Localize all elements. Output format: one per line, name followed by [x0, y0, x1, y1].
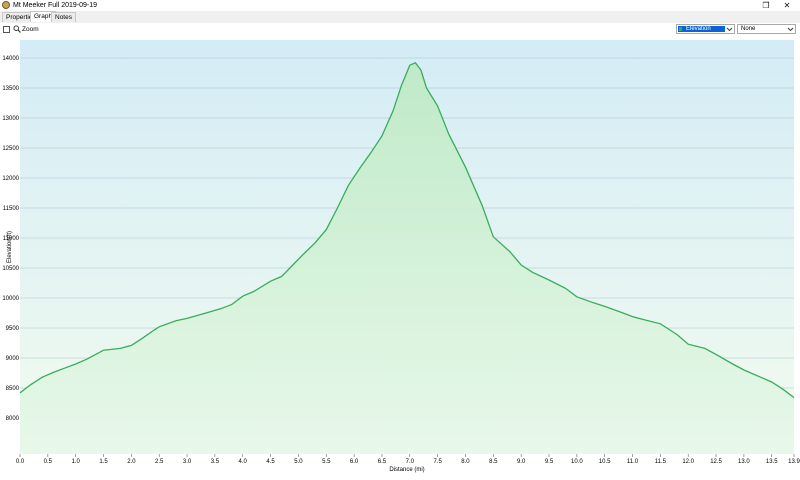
x-tick-label: 2.0 [127, 459, 136, 465]
series-select[interactable]: Elevation [676, 24, 735, 34]
x-tick-label: 1.0 [72, 459, 81, 465]
x-tick-label: 3.0 [183, 459, 192, 465]
x-tick-label: 0.5 [44, 459, 53, 465]
x-tick-label: 10.0 [571, 459, 583, 465]
y-axis-label: Elevation(ft) [7, 231, 13, 263]
x-axis-label: Distance (mi) [389, 467, 424, 473]
y-tick-label: 8000 [6, 416, 20, 422]
chevron-down-icon [786, 25, 795, 33]
elevation-chart[interactable]: 8000850090009500100001050011000115001200… [0, 36, 800, 480]
x-tick-label: 3.5 [211, 459, 220, 465]
x-tick-label: 13.9 [788, 459, 800, 465]
zoom-checkbox[interactable] [3, 26, 10, 33]
x-tick-label: 4.0 [239, 459, 248, 465]
y-tick-label: 9000 [6, 356, 20, 362]
chevron-down-icon [725, 25, 734, 33]
x-tick-label: 11.0 [627, 459, 639, 465]
x-tick-label: 1.5 [99, 459, 108, 465]
x-tick-label: 13.0 [738, 459, 750, 465]
y-tick-label: 10000 [2, 296, 19, 302]
tab-notes[interactable]: Notes [51, 12, 76, 22]
secondary-select-value: None [741, 26, 756, 32]
x-tick-label: 0.0 [16, 459, 25, 465]
x-tick-label: 5.0 [294, 459, 303, 465]
y-tick-label: 11500 [3, 206, 20, 212]
x-tick-label: 2.5 [155, 459, 164, 465]
app-icon [2, 1, 10, 9]
y-tick-label: 14000 [2, 56, 19, 62]
x-tick-label: 11.5 [655, 459, 667, 465]
y-tick-label: 12000 [2, 176, 19, 182]
x-tick-label: 8.0 [461, 459, 470, 465]
series-color-swatch [679, 27, 682, 31]
x-tick-label: 7.0 [406, 459, 415, 465]
title-bar: Mt Meeker Full 2019-09-19 ❐ ✕ [0, 0, 800, 11]
x-tick-label: 7.5 [433, 459, 442, 465]
x-tick-label: 5.5 [322, 459, 331, 465]
x-axis-ticks: 0.0 0.5 1.0 1.5 2.0 2.5 3.0 3.5 4.0 4.5 5.0 5.5 6.0 6… [16, 454, 800, 465]
y-tick-label: 13000 [2, 116, 19, 122]
x-tick-label: 10.5 [599, 459, 611, 465]
x-tick-label: 9.0 [517, 459, 526, 465]
magnifier-icon [13, 25, 21, 33]
x-tick-label: 12.0 [682, 459, 694, 465]
window-title: Mt Meeker Full 2019-09-19 [13, 2, 98, 9]
x-tick-label: 9.5 [545, 459, 554, 465]
secondary-select[interactable]: None [737, 24, 796, 34]
y-tick-label: 12500 [2, 146, 19, 152]
y-tick-label: 9500 [6, 326, 20, 332]
x-tick-label: 4.5 [266, 459, 275, 465]
x-tick-label: 6.5 [378, 459, 387, 465]
x-tick-label: 13.5 [766, 459, 778, 465]
y-tick-label: 8500 [6, 386, 20, 392]
zoom-label: Zoom [22, 26, 39, 33]
x-tick-label: 6.0 [350, 459, 359, 465]
series-select-value: Elevation [686, 26, 711, 32]
y-tick-label: 10500 [2, 266, 19, 272]
x-tick-label: 8.5 [489, 459, 498, 465]
close-button[interactable]: ✕ [780, 0, 794, 11]
x-tick-label: 12.5 [710, 459, 722, 465]
restore-button[interactable]: ❐ [759, 0, 773, 11]
y-tick-label: 13500 [2, 86, 19, 92]
